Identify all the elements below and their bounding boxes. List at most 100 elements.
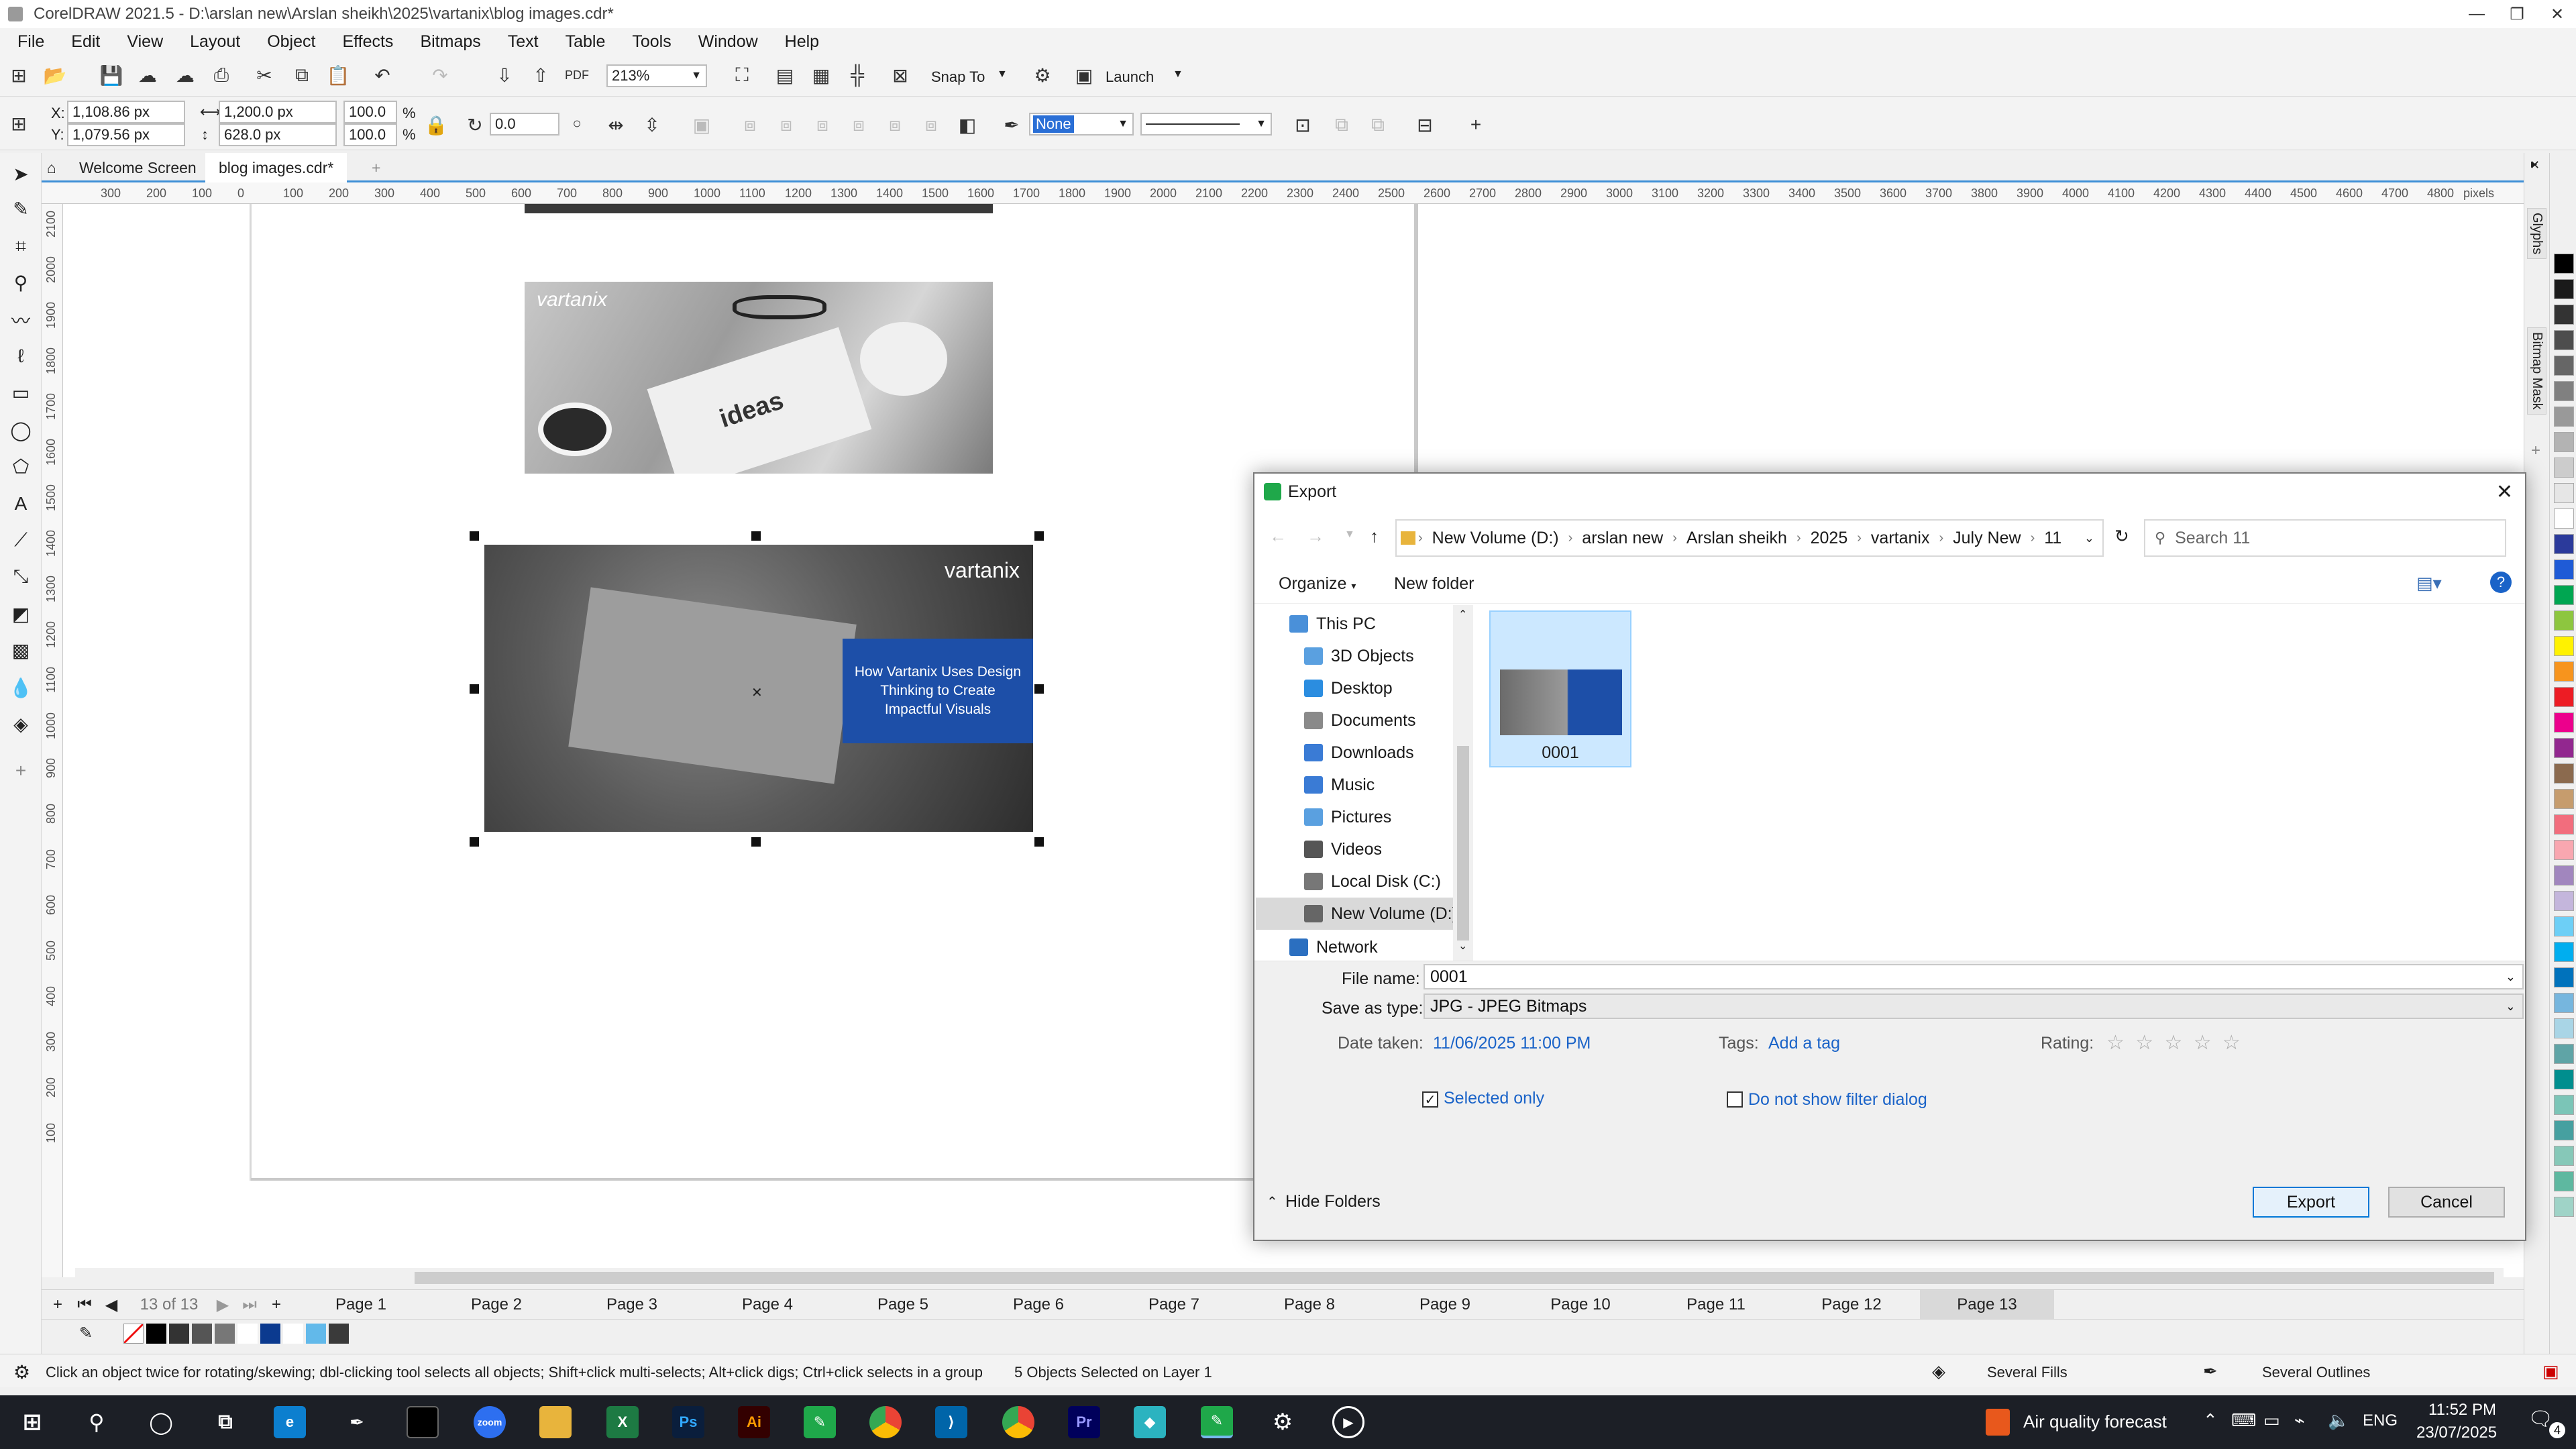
file-item-0001[interactable]: 0001 <box>1489 610 1631 767</box>
page-tab[interactable]: Page 4 <box>700 1290 835 1320</box>
coreldraw-taskbar-icon[interactable]: ✎ <box>804 1406 836 1438</box>
dialog-close-icon[interactable]: ✕ <box>2496 480 2513 504</box>
home-icon[interactable]: ⌂ <box>42 153 62 182</box>
media-player-icon[interactable]: ▶ <box>1332 1406 1364 1438</box>
menu-effects[interactable]: Effects <box>333 32 411 52</box>
network-icon[interactable]: ⌁ <box>2294 1410 2305 1431</box>
cut-icon[interactable]: ✂ <box>251 62 278 89</box>
app-diamond-icon[interactable]: ◆ <box>1134 1406 1166 1438</box>
align-distribute-icon[interactable]: ⊟ <box>1411 111 1438 138</box>
width-field[interactable]: 1,200.0 px <box>219 101 337 123</box>
add-page-icon[interactable]: + <box>44 1290 71 1320</box>
copy-icon[interactable]: ⧉ <box>288 62 315 89</box>
palette-swatch[interactable] <box>2554 687 2574 707</box>
interactive-fill-icon[interactable]: ◈ <box>7 710 35 738</box>
new-tab-icon[interactable]: + <box>358 153 394 182</box>
horizontal-ruler[interactable]: pixels 300 200 100 0 100 200 300 400 500 600 700 80… <box>42 182 2524 204</box>
doc-palette-swatch[interactable] <box>306 1324 326 1344</box>
palette-swatch[interactable] <box>2554 279 2574 299</box>
palette-swatch[interactable] <box>2554 610 2574 631</box>
navigation-scrollbar[interactable]: ⌃ ⌄ <box>1453 605 1473 961</box>
breadcrumb-july-new[interactable]: July New <box>1946 529 2027 548</box>
palette-swatch[interactable] <box>2554 508 2574 529</box>
menu-window[interactable]: Window <box>689 32 775 52</box>
show-guidelines-icon[interactable]: ╬ <box>844 62 871 89</box>
selection-handle-bl[interactable] <box>470 837 479 847</box>
scale-x-field[interactable]: 100.0 <box>343 101 397 123</box>
trim-icon[interactable]: ⧈ <box>773 111 800 138</box>
add-quick-customize-icon[interactable]: + <box>1462 111 1489 138</box>
palette-swatch[interactable] <box>2554 381 2574 401</box>
shape-tool-icon[interactable]: ✎ <box>7 195 35 223</box>
next-page-icon[interactable]: ▶ <box>209 1290 236 1320</box>
palette-swatch[interactable] <box>2554 305 2574 325</box>
file-explorer-icon[interactable] <box>539 1406 572 1438</box>
cloud-upload-icon[interactable]: ☁ <box>134 62 161 89</box>
premiere-icon[interactable]: Pr <box>1068 1406 1100 1438</box>
mirror-vertical-icon[interactable]: ⇳ <box>639 111 665 138</box>
simplify-icon[interactable]: ⧈ <box>845 111 872 138</box>
redo-icon[interactable]: ↷ <box>427 62 453 89</box>
add-page-end-icon[interactable]: + <box>263 1290 290 1320</box>
palette-swatch[interactable] <box>2554 636 2574 656</box>
edge-icon[interactable]: e <box>274 1406 306 1438</box>
minimize-button[interactable]: — <box>2457 0 2497 28</box>
menu-object[interactable]: Object <box>258 32 333 52</box>
y-position-field[interactable]: 1,079.56 px <box>67 123 185 146</box>
text-tool-icon[interactable]: A <box>7 490 35 518</box>
page-tab[interactable]: Page 12 <box>1784 1290 1919 1320</box>
nav-item[interactable]: Desktop <box>1256 672 1473 704</box>
publish-pdf-icon[interactable]: PDF <box>564 62 590 89</box>
connector-tool-icon[interactable]: ⤡ <box>7 562 35 590</box>
maximize-button[interactable]: ❐ <box>2497 0 2537 28</box>
breadcrumb-new-volume[interactable]: New Volume (D:) <box>1426 529 1566 548</box>
date-taken-value[interactable]: 11/06/2025 11:00 PM <box>1433 1034 1591 1053</box>
selection-handle-tc[interactable] <box>751 531 761 541</box>
polygon-tool-icon[interactable]: ⬠ <box>7 452 35 480</box>
chrome-icon[interactable] <box>869 1406 902 1438</box>
palette-swatch[interactable] <box>2554 993 2574 1013</box>
excel-icon[interactable]: X <box>606 1406 639 1438</box>
create-boundary-icon[interactable]: ◧ <box>954 111 981 138</box>
view-options-icon[interactable]: ▤▾ <box>2416 573 2442 594</box>
clock-time[interactable]: 11:52 PM <box>2428 1401 2496 1419</box>
tray-overflow-icon[interactable]: ⌃ <box>2203 1410 2218 1431</box>
terminal-icon[interactable] <box>407 1406 439 1438</box>
launch-icon[interactable]: ▣ <box>1071 62 1097 89</box>
clock-date[interactable]: 23/07/2025 <box>2416 1424 2497 1442</box>
nav-item[interactable]: Videos <box>1256 833 1473 865</box>
illustrator-icon[interactable]: Ai <box>738 1406 770 1438</box>
paste-icon[interactable]: 📋 <box>325 62 352 89</box>
save-icon[interactable]: 💾 <box>98 62 125 89</box>
palette-swatch[interactable] <box>2554 585 2574 605</box>
coreldraw-active-icon[interactable]: ✎ <box>1201 1406 1233 1438</box>
save-as-type-chevron-icon[interactable]: ⌄ <box>2506 1000 2516 1014</box>
page-tab[interactable]: Page 5 <box>836 1290 970 1320</box>
rating-stars-icon[interactable]: ☆ ☆ ☆ ☆ ☆ <box>2106 1031 2243 1055</box>
docker-tab-bitmap-mask[interactable]: Bitmap Mask <box>2527 327 2546 415</box>
hide-folders-button[interactable]: Hide Folders <box>1285 1192 1381 1212</box>
palette-swatch[interactable] <box>2554 840 2574 860</box>
file-name-chevron-icon[interactable]: ⌄ <box>2506 970 2516 984</box>
palette-swatch[interactable] <box>2554 1095 2574 1115</box>
mirror-horizontal-icon[interactable]: ⇹ <box>602 111 629 138</box>
palette-swatch[interactable] <box>2554 891 2574 911</box>
menu-text[interactable]: Text <box>498 32 556 52</box>
show-rulers-icon[interactable]: ▤ <box>771 62 798 89</box>
alignment-guides-icon[interactable]: ⊠ <box>887 62 914 89</box>
parallel-dimension-icon[interactable]: ⟋ <box>7 526 35 554</box>
drop-shadow-icon[interactable]: ◩ <box>7 600 35 628</box>
add-tool-icon[interactable]: + <box>7 757 35 785</box>
palette-swatch[interactable] <box>2554 534 2574 554</box>
import-icon[interactable]: ⇩ <box>491 62 518 89</box>
task-view-icon[interactable]: ⧉ <box>209 1406 241 1438</box>
search-taskbar-icon[interactable]: ⚲ <box>80 1406 113 1438</box>
snap-to-chevron-icon[interactable]: ▼ <box>997 68 1008 80</box>
palette-swatch[interactable] <box>2554 1018 2574 1038</box>
doc-palette-swatch[interactable] <box>192 1324 212 1344</box>
height-field[interactable]: 628.0 px <box>219 123 337 146</box>
breadcrumb-arslan-sheikh[interactable]: Arslan sheikh <box>1680 529 1794 548</box>
palette-swatch[interactable] <box>2554 1069 2574 1089</box>
first-page-icon[interactable]: ⏮ <box>71 1290 98 1320</box>
volume-icon[interactable]: 🔈 <box>2328 1410 2349 1431</box>
